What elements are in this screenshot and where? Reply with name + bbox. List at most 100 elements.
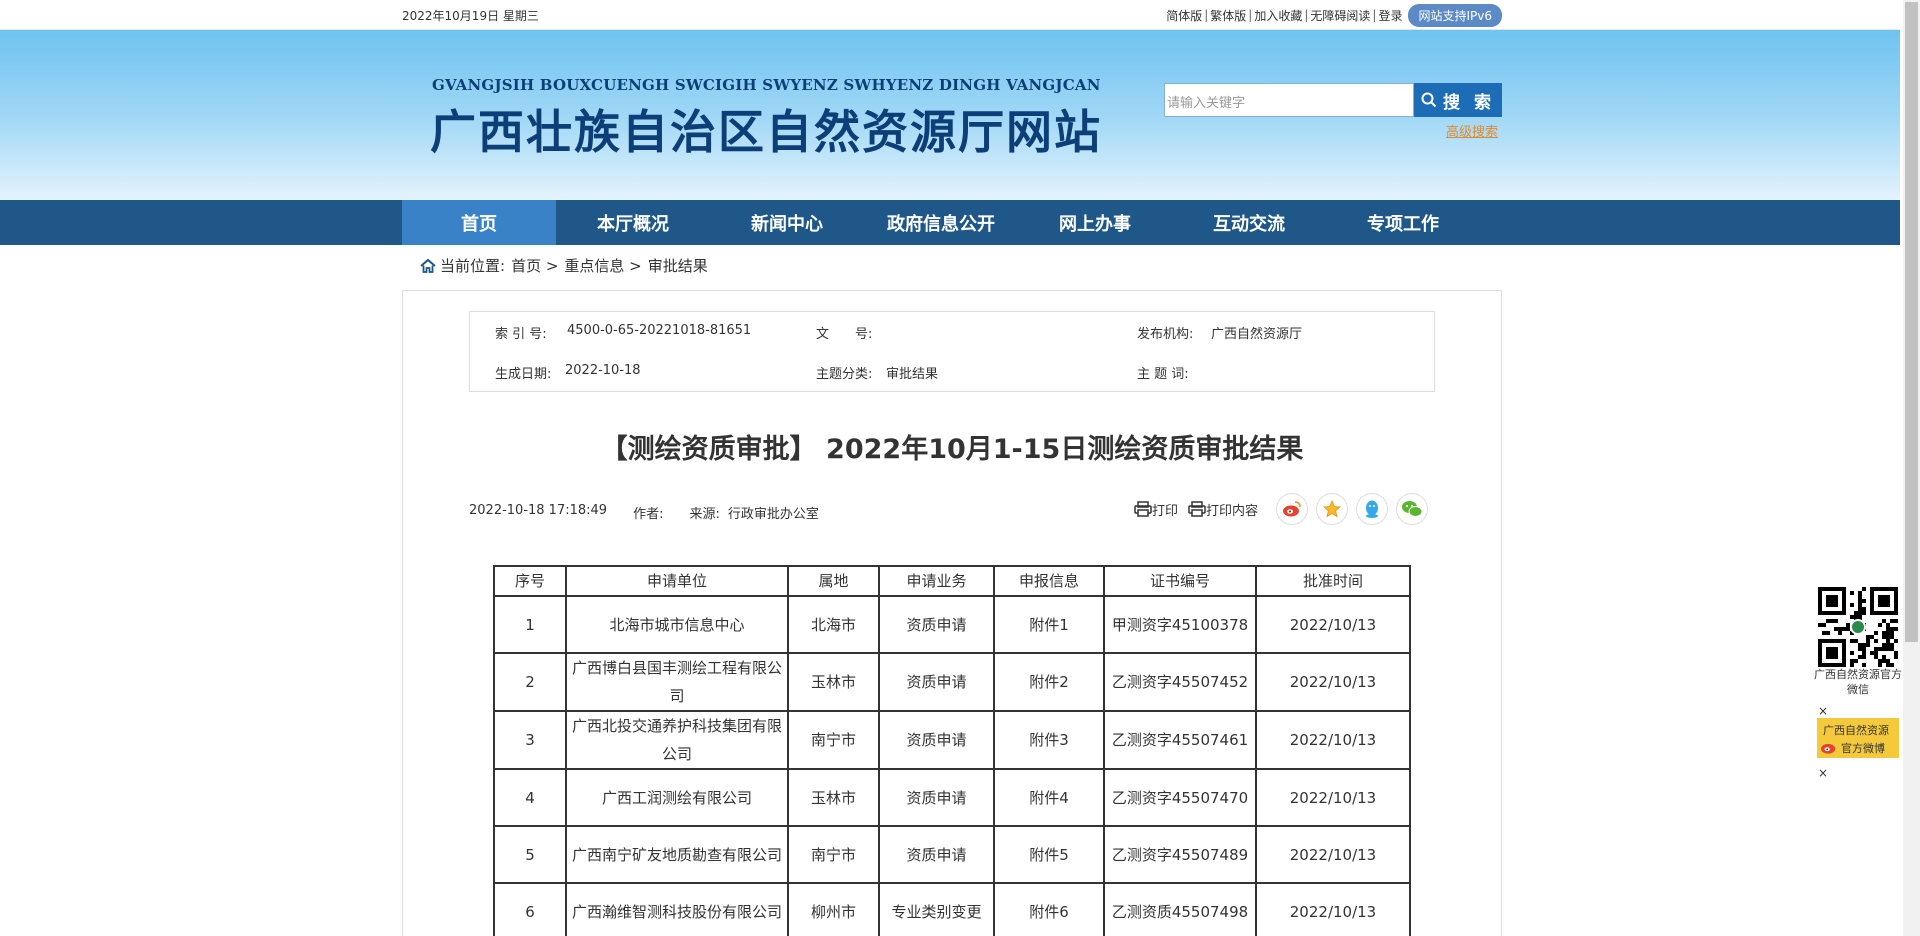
weibo-icon (1283, 501, 1301, 517)
wechat-qr-code[interactable] (1818, 587, 1898, 667)
table-row: 4 广西工润测绘有限公司 玉林市 资质申请 附件4 乙测资字45507470 2022/10… (493, 768, 1411, 827)
nav-item-news[interactable]: 新闻中心 (710, 200, 864, 245)
print-content-button[interactable]: 打印内容 (1188, 500, 1258, 519)
date-label: 生成日期: (495, 367, 552, 382)
table-row: 1 北海市城市信息中心 北海市 资质申请 附件1 甲测资字45100378 2022/10/… (493, 595, 1411, 654)
approval-table: 序号 申请单位 属地 申请业务 申报信息 证书编号 批准时间 1 北海市城市信息中… (493, 565, 1411, 936)
cell-info[interactable]: 附件1 (993, 595, 1105, 654)
cell-cert: 乙测资字45507470 (1103, 768, 1257, 827)
cell-no: 1 (493, 595, 567, 654)
breadcrumb: 当前位置: 首页 > 重点信息 > 审批结果 (420, 255, 714, 276)
cell-business: 资质申请 (878, 652, 995, 712)
nav-item-online-services[interactable]: 网上办事 (1018, 200, 1172, 245)
breadcrumb-key-info[interactable]: 重点信息 > (564, 255, 641, 276)
login-link[interactable]: 登录 (1376, 7, 1404, 24)
cell-no: 5 (493, 825, 567, 884)
share-qzone-button[interactable] (1316, 493, 1349, 525)
site-title[interactable]: 广西壮族自治区自然资源厅网站 (430, 96, 1102, 162)
cell-unit: 广西博白县国丰测绘工程有限公司 (565, 652, 789, 712)
main-nav: 首页 本厅概况 新闻中心 政府信息公开 网上办事 互动交流 专项工作 (0, 200, 1900, 245)
search-button[interactable]: 搜 索 (1414, 83, 1502, 117)
table-row: 2 广西博白县国丰测绘工程有限公司 玉林市 资质申请 附件2 乙测资字45507452 20… (493, 652, 1411, 712)
col-header-date: 批准时间 (1255, 565, 1411, 597)
home-icon (420, 258, 436, 273)
cell-info[interactable]: 附件4 (993, 768, 1105, 827)
share-qq-button[interactable] (1356, 493, 1389, 525)
printer-icon (1188, 501, 1206, 517)
weibo-icon (1821, 743, 1836, 754)
org-label: 发布机构: (1137, 327, 1194, 342)
wechat-label: 广西自然资源官方微信 (1814, 668, 1902, 696)
document-meta: 索 引 号: 4500-0-65-20221018-81651 文 号: 发布机… (469, 311, 1435, 392)
cell-unit: 广西瀚维智测科技股份有限公司 (565, 882, 789, 936)
table-row: 5 广西南宁矿友地质勘查有限公司 南宁市 资质申请 附件5 乙测资字45507489 202… (493, 825, 1411, 884)
ipv6-badge[interactable]: 网站支持IPv6 (1408, 3, 1502, 27)
cell-unit: 广西北投交通养护科技集团有限公司 (565, 710, 789, 770)
nav-item-gov-info[interactable]: 政府信息公开 (864, 200, 1018, 245)
cell-unit: 广西工润测绘有限公司 (565, 768, 789, 827)
cell-no: 6 (493, 882, 567, 936)
cell-business: 专业类别变更 (878, 882, 995, 936)
search-input[interactable]: 请输入关键字 (1164, 83, 1414, 117)
vertical-scrollbar[interactable] (1903, 0, 1920, 936)
doc-number-label: 文 号: (816, 327, 873, 342)
cell-no: 2 (493, 652, 567, 712)
cell-cert: 甲测资字45100378 (1103, 595, 1257, 654)
close-icon[interactable]: × (1818, 704, 1828, 718)
cell-info[interactable]: 附件3 (993, 710, 1105, 770)
cell-business: 资质申请 (878, 710, 995, 770)
col-header-cert: 证书编号 (1103, 565, 1257, 597)
cell-cert: 乙测资字45507461 (1103, 710, 1257, 770)
top-bar: 2022年10月19日 星期三 简体版 | 繁体版 | 加入收藏 | 无障碍阅读 | 登… (0, 0, 1900, 30)
weibo-float[interactable]: 广西自然资源 官方微博 (1817, 718, 1899, 758)
scrollbar-thumb[interactable] (1905, 2, 1918, 642)
source-label: 来源: (689, 507, 720, 522)
col-header-business: 申请业务 (878, 565, 995, 597)
col-header-region: 属地 (787, 565, 880, 597)
cell-cert: 乙测资字45507489 (1103, 825, 1257, 884)
cell-region: 玉林市 (787, 652, 880, 712)
index-label: 索 引 号: (495, 327, 547, 342)
simplified-link[interactable]: 简体版 (1164, 7, 1204, 24)
article-info: 2022-10-18 17:18:49 作者: 来源: 行政审批办公室 (469, 503, 845, 522)
share-weibo-button[interactable] (1276, 493, 1309, 525)
col-header-no: 序号 (493, 565, 567, 597)
accessibility-link[interactable]: 无障碍阅读 (1308, 7, 1372, 24)
close-icon[interactable]: × (1818, 766, 1828, 780)
article-title: 【测绘资质审批】 2022年10月1-15日测绘资质审批结果 (600, 434, 1304, 465)
wechat-icon (1402, 501, 1423, 517)
nav-item-overview[interactable]: 本厅概况 (556, 200, 710, 245)
cell-date: 2022/10/13 (1255, 825, 1411, 884)
cell-info[interactable]: 附件6 (993, 882, 1105, 936)
table-body: 1 北海市城市信息中心 北海市 资质申请 附件1 甲测资字45100378 2022/10/… (493, 595, 1411, 936)
breadcrumb-label: 当前位置: (440, 257, 506, 275)
nav-item-interaction[interactable]: 互动交流 (1172, 200, 1326, 245)
breadcrumb-home[interactable]: 首页 > (511, 255, 558, 276)
cell-info[interactable]: 附件2 (993, 652, 1105, 712)
nav-item-home[interactable]: 首页 (402, 200, 556, 245)
cell-date: 2022/10/13 (1255, 652, 1411, 712)
traditional-link[interactable]: 繁体版 (1208, 7, 1248, 24)
share-wechat-button[interactable] (1396, 493, 1429, 525)
nav-items: 首页 本厅概况 新闻中心 政府信息公开 网上办事 互动交流 专项工作 (402, 200, 1480, 245)
author-label: 作者: (633, 507, 664, 522)
breadcrumb-current[interactable]: 审批结果 (648, 255, 708, 276)
cell-no: 3 (493, 710, 567, 770)
cell-unit: 北海市城市信息中心 (565, 595, 789, 654)
favorite-link[interactable]: 加入收藏 (1252, 7, 1304, 24)
cell-unit: 广西南宁矿友地质勘查有限公司 (565, 825, 789, 884)
org-value: 广西自然资源厅 (1211, 327, 1303, 342)
index-value: 4500-0-65-20221018-81651 (567, 323, 752, 338)
site-subtitle: GVANGJSIH BOUXCUENGH SWCIGIH SWYENZ SWHY… (432, 76, 1101, 94)
weibo-line2: 官方微博 (1841, 742, 1885, 755)
keyword-label: 主 题 词: (1137, 367, 1189, 382)
cell-info[interactable]: 附件5 (993, 825, 1105, 884)
advanced-search-link[interactable]: 高级搜索 (1446, 121, 1498, 140)
cell-business: 资质申请 (878, 768, 995, 827)
qr-code-image (1818, 587, 1898, 667)
star-icon (1323, 499, 1342, 518)
nav-item-special-work[interactable]: 专项工作 (1326, 200, 1480, 245)
print-content-label: 打印内容 (1206, 503, 1259, 519)
print-button[interactable]: 打印 (1134, 500, 1178, 519)
article-tools: 打印 打印内容 (1134, 493, 1429, 525)
